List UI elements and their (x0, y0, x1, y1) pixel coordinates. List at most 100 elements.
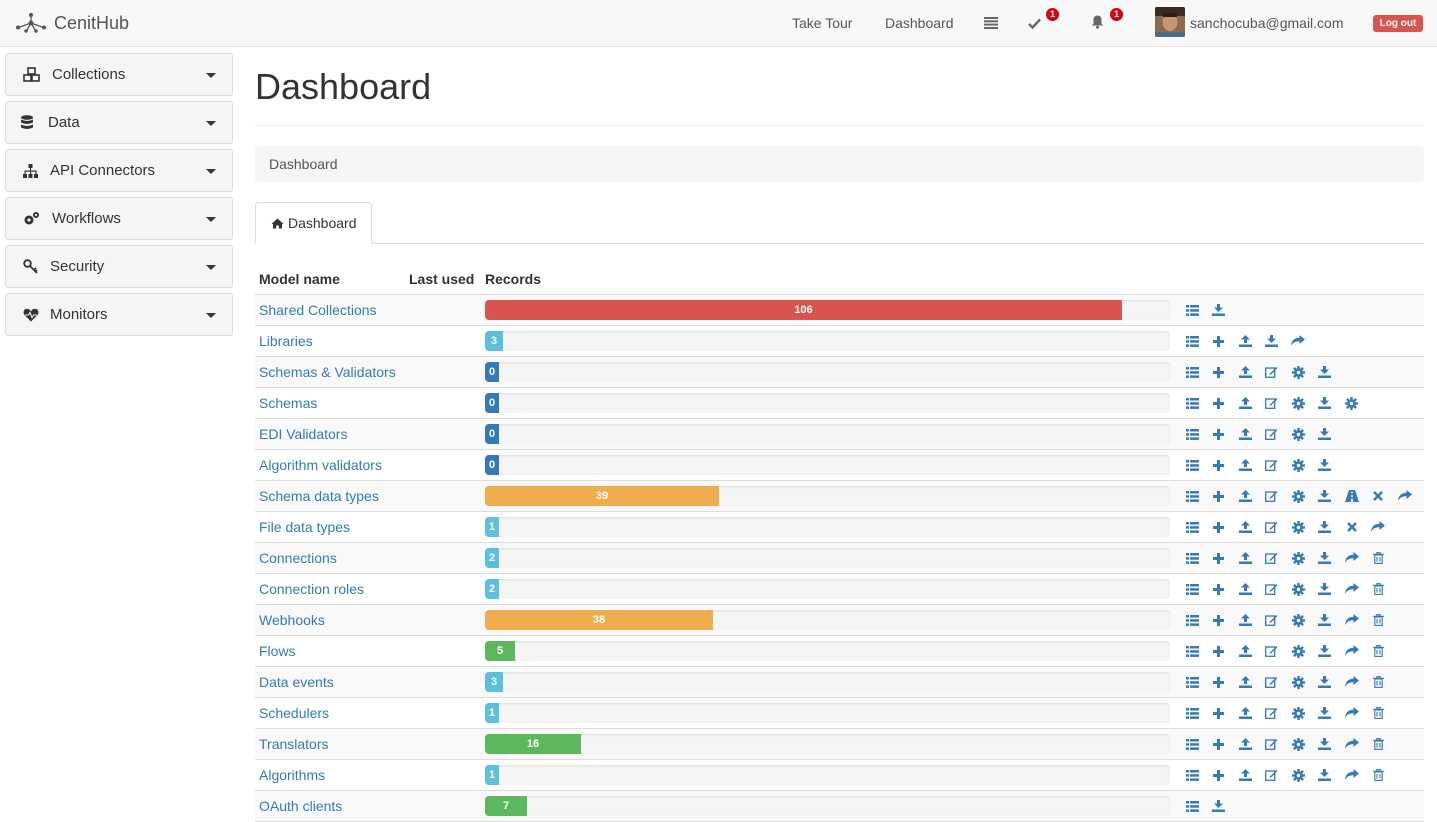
upload-icon[interactable] (1237, 705, 1253, 721)
cog-icon[interactable] (1290, 674, 1306, 690)
download-icon[interactable] (1317, 643, 1333, 659)
share-icon[interactable] (1344, 643, 1360, 659)
upload-icon[interactable] (1237, 457, 1253, 473)
model-name-link[interactable]: Algorithm validators (259, 457, 382, 473)
edit-icon[interactable] (1264, 364, 1280, 380)
list-icon[interactable] (1184, 488, 1200, 504)
upload-icon[interactable] (1237, 426, 1253, 442)
road-icon[interactable] (1344, 488, 1360, 504)
list-icon[interactable] (1184, 550, 1200, 566)
download-icon[interactable] (1317, 767, 1333, 783)
download-icon[interactable] (1317, 488, 1333, 504)
cog-icon[interactable] (1290, 705, 1306, 721)
edit-icon[interactable] (1264, 550, 1280, 566)
download-icon[interactable] (1264, 333, 1280, 349)
trash-icon[interactable] (1370, 581, 1386, 597)
check-icon[interactable] (1028, 16, 1041, 32)
edit-icon[interactable] (1264, 674, 1280, 690)
logout-button[interactable]: Log out (1373, 15, 1423, 32)
model-name-link[interactable]: File data types (259, 519, 350, 535)
remove-icon[interactable] (1370, 488, 1386, 504)
model-name-link[interactable]: Schemas (259, 395, 317, 411)
edit-icon[interactable] (1264, 457, 1280, 473)
upload-icon[interactable] (1237, 643, 1253, 659)
list-icon[interactable] (1184, 767, 1200, 783)
plus-icon[interactable] (1211, 426, 1227, 442)
sidebar-item-api-connectors[interactable]: API Connectors (5, 149, 233, 192)
list-icon[interactable] (1184, 364, 1200, 380)
brand-logo[interactable]: CenitHub (14, 11, 129, 35)
model-name-link[interactable]: Schema data types (259, 488, 379, 504)
cog-icon[interactable] (1290, 395, 1306, 411)
plus-icon[interactable] (1211, 612, 1227, 628)
upload-icon[interactable] (1237, 612, 1253, 628)
model-name-link[interactable]: Shared Collections (259, 302, 377, 318)
tab-dashboard[interactable]: Dashboard (255, 202, 372, 244)
list-icon[interactable] (1184, 674, 1200, 690)
download-icon[interactable] (1317, 457, 1333, 473)
download-icon[interactable] (1317, 612, 1333, 628)
cog-icon[interactable] (1290, 426, 1306, 442)
cog-icon[interactable] (1290, 550, 1306, 566)
user-email[interactable]: sanchocuba@gmail.com (1190, 14, 1344, 32)
bell-icon[interactable] (1091, 15, 1104, 32)
cog-icon[interactable] (1290, 457, 1306, 473)
download-icon[interactable] (1317, 364, 1333, 380)
plus-icon[interactable] (1211, 674, 1227, 690)
plus-icon[interactable] (1211, 488, 1227, 504)
remove-icon[interactable] (1344, 519, 1360, 535)
take-tour-link[interactable]: Take Tour (792, 14, 852, 32)
edit-icon[interactable] (1264, 705, 1280, 721)
model-name-link[interactable]: EDI Validators (259, 426, 347, 442)
trash-icon[interactable] (1370, 767, 1386, 783)
dashboard-link[interactable]: Dashboard (885, 14, 954, 32)
list-icon[interactable] (1184, 519, 1200, 535)
model-name-link[interactable]: OAuth clients (259, 798, 342, 814)
download-icon[interactable] (1317, 519, 1333, 535)
model-name-link[interactable]: Translators (259, 736, 329, 752)
cog-icon[interactable] (1344, 395, 1360, 411)
cog-icon[interactable] (1290, 612, 1306, 628)
list-icon[interactable] (1184, 302, 1200, 318)
upload-icon[interactable] (1237, 395, 1253, 411)
sidebar-item-monitors[interactable]: Monitors (5, 293, 233, 336)
model-name-link[interactable]: Schedulers (259, 705, 329, 721)
edit-icon[interactable] (1264, 767, 1280, 783)
share-icon[interactable] (1290, 333, 1306, 349)
user-avatar[interactable] (1155, 7, 1185, 37)
model-name-link[interactable]: Algorithms (259, 767, 325, 783)
cog-icon[interactable] (1290, 643, 1306, 659)
edit-icon[interactable] (1264, 736, 1280, 752)
model-name-link[interactable]: Webhooks (259, 612, 325, 628)
model-name-link[interactable]: Connection roles (259, 581, 364, 597)
cog-icon[interactable] (1290, 581, 1306, 597)
plus-icon[interactable] (1211, 364, 1227, 380)
share-icon[interactable] (1344, 705, 1360, 721)
trash-icon[interactable] (1370, 736, 1386, 752)
download-icon[interactable] (1317, 581, 1333, 597)
model-name-link[interactable]: Schemas & Validators (259, 364, 396, 380)
share-icon[interactable] (1344, 550, 1360, 566)
edit-icon[interactable] (1264, 519, 1280, 535)
list-icon[interactable] (1184, 705, 1200, 721)
plus-icon[interactable] (1211, 519, 1227, 535)
trash-icon[interactable] (1370, 550, 1386, 566)
plus-icon[interactable] (1211, 736, 1227, 752)
list-icon[interactable] (1184, 581, 1200, 597)
share-icon[interactable] (1344, 736, 1360, 752)
sidebar-item-collections[interactable]: Collections (5, 53, 233, 96)
share-icon[interactable] (1344, 612, 1360, 628)
list-icon[interactable] (1184, 333, 1200, 349)
download-icon[interactable] (1317, 705, 1333, 721)
download-icon[interactable] (1211, 302, 1227, 318)
edit-icon[interactable] (1264, 395, 1280, 411)
upload-icon[interactable] (1237, 333, 1253, 349)
list-icon[interactable] (1184, 643, 1200, 659)
share-icon[interactable] (1344, 767, 1360, 783)
tasks-list-icon[interactable] (984, 16, 998, 32)
edit-icon[interactable] (1264, 643, 1280, 659)
plus-icon[interactable] (1211, 705, 1227, 721)
share-icon[interactable] (1370, 519, 1386, 535)
trash-icon[interactable] (1370, 674, 1386, 690)
model-name-link[interactable]: Connections (259, 550, 337, 566)
